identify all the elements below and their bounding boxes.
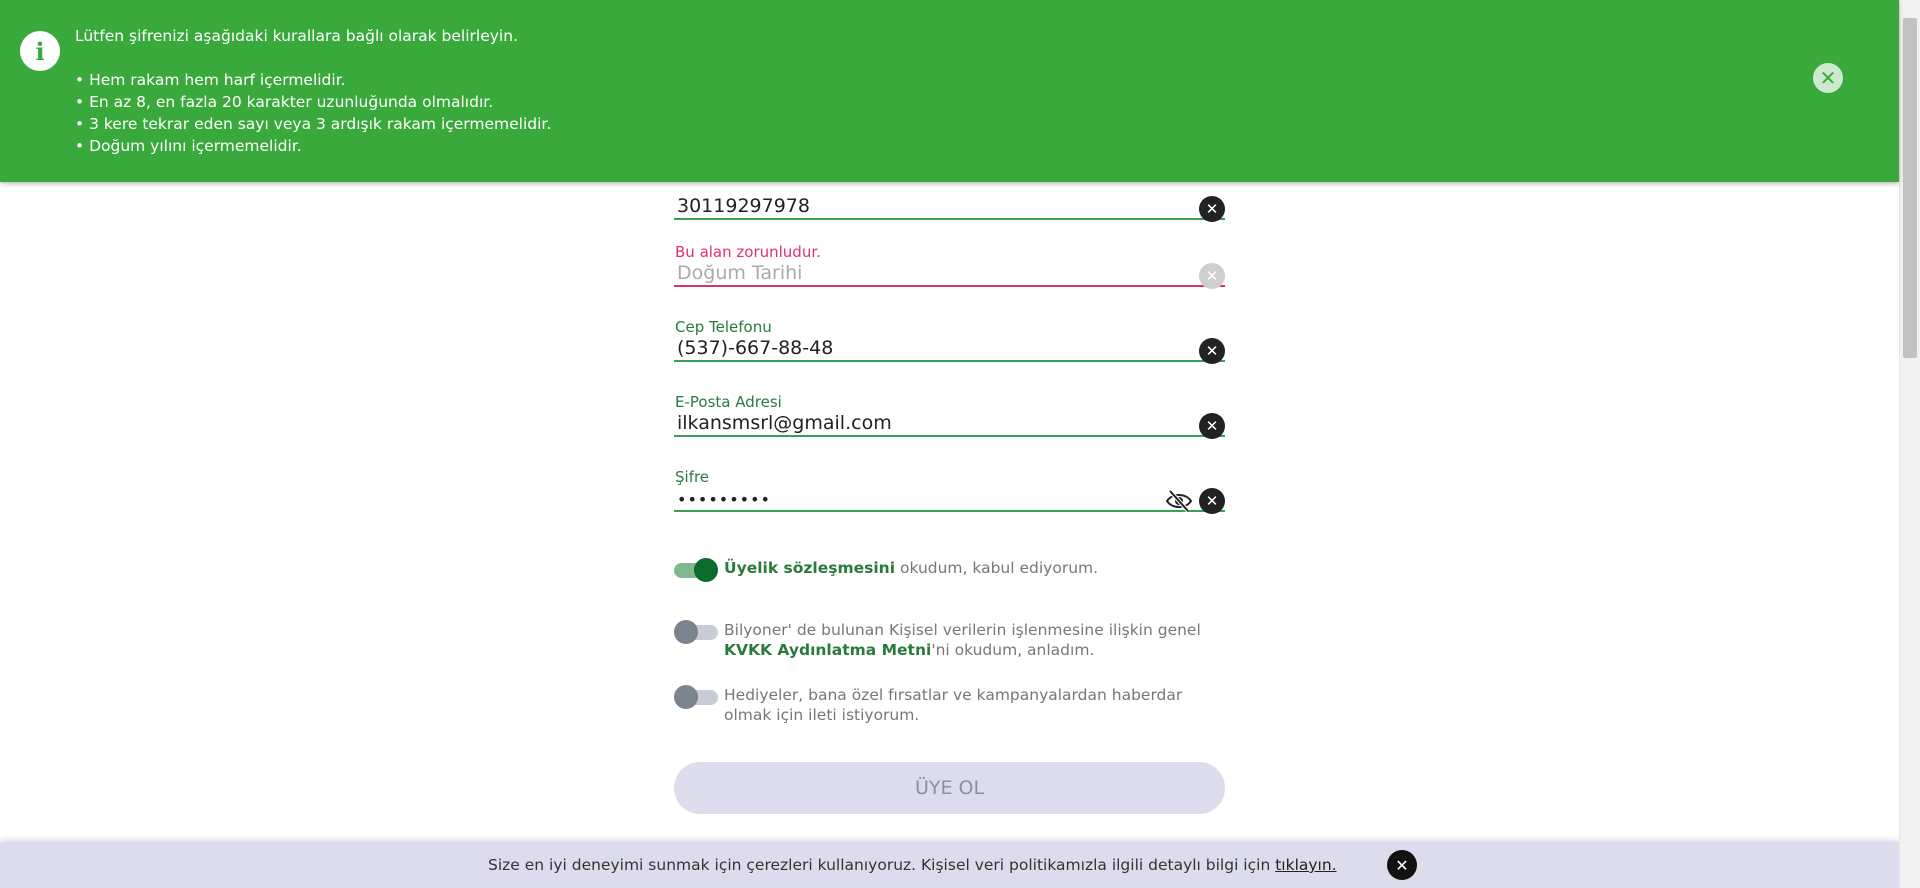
birth-date-error: Bu alan zorunludur.	[675, 243, 821, 261]
tc-number-value[interactable]: 30119297978	[677, 195, 810, 217]
clear-icon[interactable]: ✕	[1199, 488, 1225, 514]
membership-toggle[interactable]	[674, 558, 718, 582]
campaign-text: Hediyeler, bana özel fırsatlar ve kampan…	[724, 686, 1183, 724]
clear-icon[interactable]: ✕	[1199, 196, 1225, 222]
email-value[interactable]: ilkansmsrl@gmail.com	[677, 412, 892, 434]
phone-value[interactable]: (537)-667-88-48	[677, 337, 833, 359]
notification-close-button[interactable]: ✕	[1813, 63, 1843, 93]
eye-slash-icon[interactable]	[1165, 488, 1193, 514]
phone-label: Cep Telefonu	[675, 318, 772, 336]
toggle-knob	[674, 685, 698, 709]
page-scrollbar[interactable]	[1899, 0, 1920, 888]
membership-text: Üyelik sözleşmesini okudum, kabul ediyor…	[724, 559, 1099, 577]
kvkk-link[interactable]: KVKK Aydınlatma Metni	[724, 641, 931, 659]
tc-number-field[interactable]: 30119297978 ✕	[674, 176, 1225, 222]
email-label: E-Posta Adresi	[675, 393, 782, 411]
notification-text: Lütfen şifrenizi aşağıdaki kurallara bağ…	[75, 25, 551, 157]
cookie-close-button[interactable]: ✕	[1387, 850, 1417, 880]
birth-date-placeholder[interactable]: Doğum Tarihi	[677, 262, 802, 284]
email-field[interactable]: E-Posta Adresi ilkansmsrl@gmail.com ✕	[674, 393, 1225, 439]
kvkk-text: Bilyoner' de bulunan Kişisel verilerin i…	[724, 621, 1201, 659]
rule-item: • Doğum yılını içermemelidir.	[75, 137, 302, 155]
password-rules-notification: i Lütfen şifrenizi aşağıdaki kurallara b…	[0, 0, 1899, 182]
clear-icon[interactable]: ✕	[1199, 263, 1225, 289]
scrollbar-thumb[interactable]	[1903, 18, 1917, 358]
password-field[interactable]: Şifre ••••••••• ✕	[674, 468, 1225, 514]
membership-agreement-link[interactable]: Üyelik sözleşmesini	[724, 559, 895, 577]
rule-item: • En az 8, en fazla 20 karakter uzunluğu…	[75, 93, 494, 111]
toggle-knob	[674, 620, 698, 644]
birth-date-field[interactable]: Bu alan zorunludur. Doğum Tarihi ✕	[674, 243, 1225, 289]
cookie-bar: Size en iyi deneyimi sunmak için çerezle…	[0, 842, 1899, 888]
phone-field[interactable]: Cep Telefonu (537)-667-88-48 ✕	[674, 318, 1225, 364]
close-icon: ✕	[1819, 66, 1837, 90]
campaign-toggle[interactable]	[674, 685, 718, 709]
password-label: Şifre	[675, 468, 710, 486]
rule-item: • 3 kere tekrar eden sayı veya 3 ardışık…	[75, 115, 552, 133]
password-value[interactable]: •••••••••	[677, 490, 771, 509]
cookie-policy-link[interactable]: tıklayın.	[1275, 856, 1336, 874]
toggle-knob	[694, 558, 718, 582]
kvkk-toggle[interactable]	[674, 620, 718, 644]
clear-icon[interactable]: ✕	[1199, 338, 1225, 364]
register-button[interactable]: ÜYE OL	[674, 762, 1225, 814]
notification-title: Lütfen şifrenizi aşağıdaki kurallara bağ…	[75, 27, 518, 45]
info-icon: i	[20, 31, 60, 71]
rule-item: • Hem rakam hem harf içermelidir.	[75, 71, 346, 89]
cookie-text: Size en iyi deneyimi sunmak için çerezle…	[488, 856, 1337, 874]
clear-icon[interactable]: ✕	[1199, 413, 1225, 439]
